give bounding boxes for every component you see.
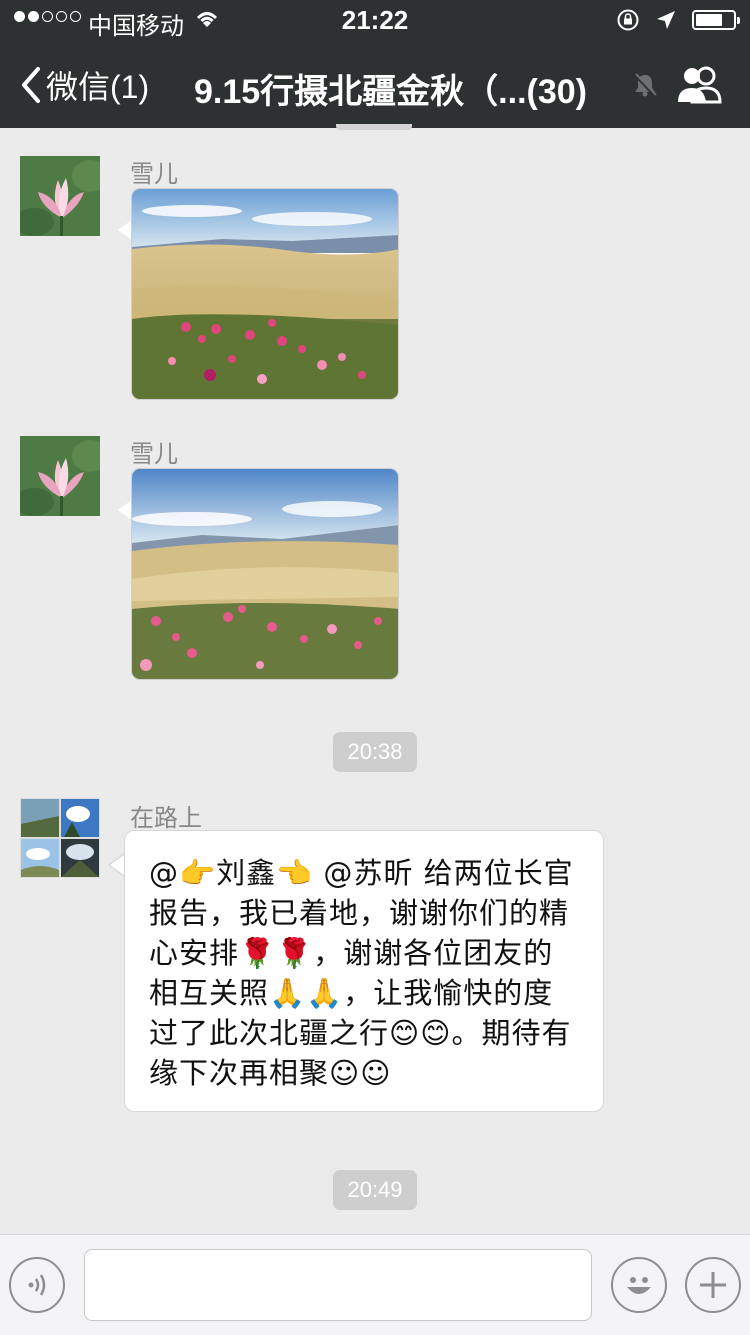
chat-title: 9.15行摄北疆金秋（...(30) (194, 73, 587, 111)
lock-rotation-icon (617, 9, 639, 31)
top-bar: 中国移动 21:22 微信(1) 9.15行摄北疆金秋（...(30) (0, 0, 750, 128)
plus-icon (700, 1272, 726, 1298)
sender-name: 在路上 (130, 805, 202, 832)
input-bar (0, 1234, 750, 1335)
status-right-icons (616, 8, 740, 32)
bubble-arrow (110, 854, 125, 876)
avatar[interactable] (20, 156, 100, 236)
bubble-arrow (118, 220, 132, 240)
message-text: @👉刘鑫👈 @苏昕 给两位长官报告，我已着地，谢谢你们的精心安排🌹🌹，谢谢各位团… (149, 856, 574, 1090)
plus-button[interactable] (685, 1257, 741, 1313)
back-button[interactable]: 微信(1) (20, 62, 149, 108)
sender-name: 雪儿 (130, 161, 178, 188)
nav-row: 微信(1) 9.15行摄北疆金秋（...(30) (0, 40, 750, 128)
lotus-avatar-icon (20, 156, 100, 236)
mute-bell-icon (633, 73, 657, 98)
back-chevron-icon (22, 67, 40, 103)
text-message-bubble[interactable]: @👉刘鑫👈 @苏昕 给两位长官报告，我已着地，谢谢你们的精心安排🌹🌹，谢谢各位团… (124, 830, 604, 1112)
avatar[interactable] (20, 436, 100, 516)
voice-icon (28, 1274, 46, 1296)
message-timestamp: 20:49 (333, 1170, 417, 1210)
lotus-avatar-icon (20, 436, 100, 516)
sender-name: 雪儿 (130, 441, 178, 468)
photo-collage-avatar-icon (20, 798, 100, 878)
message-input[interactable] (84, 1249, 592, 1321)
status-bar: 中国移动 21:22 (0, 0, 750, 40)
image-message[interactable] (131, 188, 399, 400)
landscape-photo (132, 189, 398, 399)
emoji-button[interactable] (611, 1257, 667, 1313)
bubble-arrow (118, 500, 132, 520)
voice-button[interactable] (9, 1257, 65, 1313)
avatar[interactable] (20, 798, 100, 878)
group-people-icon[interactable] (676, 64, 724, 104)
emoji-icon (627, 1277, 651, 1294)
landscape-photo (132, 469, 398, 679)
back-label: 微信(1) (46, 69, 150, 105)
message-timestamp: 20:38 (333, 732, 417, 772)
image-message[interactable] (131, 468, 399, 680)
scroll-indicator (336, 124, 412, 130)
location-arrow-icon (657, 11, 675, 29)
battery-icon (692, 10, 740, 30)
